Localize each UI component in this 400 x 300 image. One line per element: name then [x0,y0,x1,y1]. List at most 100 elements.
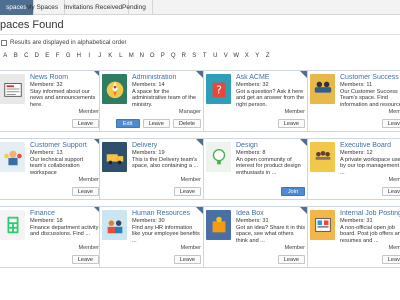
letter-filter-r[interactable]: R [179,51,190,62]
card-actions: Leave [277,255,305,264]
letter-filter-j[interactable]: J [95,51,106,62]
calculator-icon [0,210,25,240]
space-title[interactable]: Internal Job Postings [340,210,400,217]
space-card-ask-acme[interactable]: ? Ask ACME Members: 32 Got a question? Ask … [203,70,309,132]
space-title[interactable]: Ask ACME [236,74,306,81]
space-title[interactable]: Design [236,142,306,149]
members-count: Members: 12 [340,150,373,156]
members-count: Members: 19 [132,150,165,156]
tab-pending[interactable]: Pending [116,0,153,15]
space-card-customer-success[interactable]: Customer Success Members: 11 Our Customer … [307,70,400,132]
space-card-executive-board[interactable]: Executive Board Members: 12 A private work… [307,138,400,200]
leave-button[interactable]: Leave [71,119,99,128]
leave-button[interactable]: Leave [71,255,99,264]
leave-button[interactable]: Leave [277,255,305,264]
members-count: Members: 32 [236,82,269,88]
role-label: Member [388,245,400,251]
letter-filter-z[interactable]: Z [263,51,274,62]
letter-filter-q[interactable]: Q [168,51,179,62]
role-label: Manager [178,109,201,115]
letter-filter-y[interactable]: Y [252,51,263,62]
card-actions: Leave [71,187,99,196]
card-actions: Join [281,187,305,196]
space-title[interactable]: News Room [30,74,100,81]
letter-filter-w[interactable]: W [231,51,242,62]
space-card-customer-support[interactable]: Customer Support Members: 13 Our technical… [0,138,103,200]
letter-filter-f[interactable]: F [53,51,64,62]
page-title: paces Found [0,19,64,31]
letter-filter-i[interactable]: I [84,51,95,62]
letter-filter-e[interactable]: E [42,51,53,62]
job-board-icon [310,210,335,240]
letter-filter-a[interactable]: A [0,51,11,62]
handshake-icon [310,74,335,104]
info-icon [1,39,7,46]
letter-filter-o[interactable]: O [147,51,158,62]
results-info: Results are displayed in alphabetical or… [1,39,127,46]
join-button[interactable]: Join [281,187,305,196]
letter-filter-g[interactable]: G [63,51,74,62]
space-title[interactable]: Administration [132,74,202,81]
leave-button[interactable]: Leave [173,187,201,196]
space-title[interactable]: Delivery [132,142,202,149]
letter-filter-l[interactable]: L [116,51,127,62]
letter-filter-k[interactable]: K [105,51,116,62]
letter-filter-c[interactable]: C [21,51,32,62]
letter-filter-v[interactable]: V [221,51,232,62]
leave-button[interactable]: Leave [277,119,305,128]
space-description: Finance department activity and discussi… [30,225,99,238]
space-description: A non-official open job board. Post job … [340,225,400,244]
space-card-administration[interactable]: Administration Members: 14 A space for the… [99,70,205,132]
letter-filter-u[interactable]: U [210,51,221,62]
results-info-text: Results are displayed in alphabetical or… [10,39,127,46]
leave-button[interactable]: Leave [381,119,400,128]
card-actions: Leave [173,255,201,264]
space-card-delivery[interactable]: Delivery Members: 19 This is the Delivery … [99,138,205,200]
space-card-design[interactable]: Design Members: 8 An open community of int… [203,138,309,200]
space-card-idea-box[interactable]: Idea Box Members: 31 Got an idea? Share it… [203,206,309,268]
letter-filter-s[interactable]: S [189,51,200,62]
space-title[interactable]: Executive Board [340,142,400,149]
delete-button[interactable]: Delete [172,119,201,128]
space-card-news-room[interactable]: News Room Members: 32 Stay informed about … [0,70,103,132]
members-count: Members: 18 [30,218,63,224]
members-count: Members: 14 [132,82,165,88]
letter-filter-d[interactable]: D [32,51,43,62]
leave-button[interactable]: Leave [381,255,400,264]
space-description: Find any HR information like your employ… [132,225,200,244]
card-actions: Leave [71,119,99,128]
card-actions: Leave [381,119,400,128]
lightbulb-icon [206,142,231,172]
card-actions: Leave [381,187,400,196]
space-card-finance[interactable]: Finance Members: 18 Finance department act… [0,206,103,268]
members-count: Members: 13 [30,150,63,156]
card-actions: Edit Leave Delete [115,119,201,128]
letter-filter-p[interactable]: P [158,51,169,62]
members-count: Members: 30 [132,218,165,224]
space-card-human-resources[interactable]: Human Resources Members: 30 Find any HR in… [99,206,205,268]
space-title[interactable]: Customer Success [340,74,400,81]
letter-filter-n[interactable]: N [137,51,148,62]
letter-filter-m[interactable]: M [126,51,137,62]
leave-button[interactable]: Leave [71,187,99,196]
space-title[interactable]: Finance [30,210,100,217]
letter-filter-b[interactable]: B [11,51,22,62]
leave-button[interactable]: Leave [381,187,400,196]
space-title[interactable]: Human Resources [132,210,202,217]
space-title[interactable]: Idea Box [236,210,306,217]
letter-filter-x[interactable]: X [242,51,253,62]
space-description: A private workspace used by our top mana… [340,157,400,176]
letter-filter-h[interactable]: H [74,51,85,62]
leave-button[interactable]: Leave [173,255,201,264]
edit-button[interactable]: Edit [115,119,140,128]
letter-filter-t[interactable]: T [200,51,211,62]
space-title[interactable]: Customer Support [30,142,100,149]
space-card-internal-job-postings[interactable]: Internal Job Postings Members: 31 A non-of… [307,206,400,268]
card-actions: Leave [173,187,201,196]
space-description: Stay informed about our news and announc… [30,89,96,108]
rocket-icon [102,74,127,104]
leave-button[interactable]: Leave [142,119,170,128]
role-label: Member [284,245,305,251]
space-description: An open community of interest for produc… [236,157,301,176]
space-description: Got an idea? Share it in this space, see… [236,225,306,244]
